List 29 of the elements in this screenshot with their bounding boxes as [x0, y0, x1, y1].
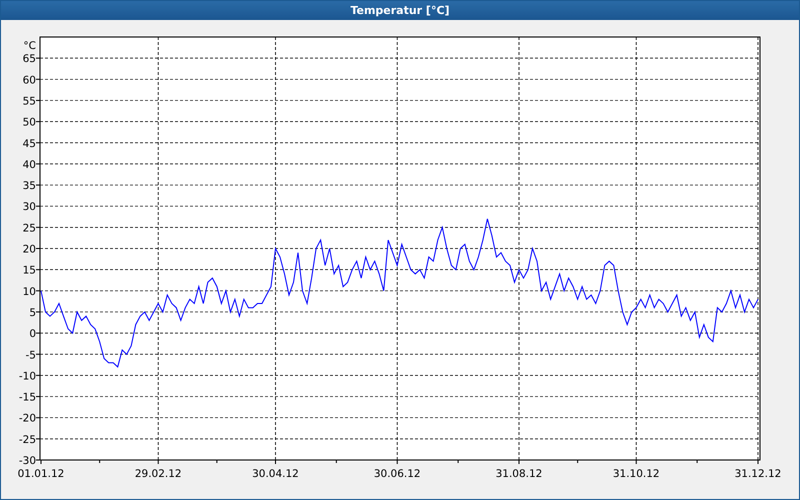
axis-tick-label: -15: [18, 392, 36, 404]
axis-tick-label: 15: [22, 264, 36, 277]
axis-tick-label: -20: [18, 412, 36, 425]
axis-tick-label: 35: [22, 180, 36, 192]
axis-tick-label: 30: [22, 201, 36, 214]
axis-tick-label: -5: [26, 349, 36, 362]
axis-tick-label: -25: [18, 434, 36, 446]
axis-tick-label: 45: [22, 138, 36, 150]
axis-tick-label: 55: [22, 95, 36, 108]
axis-tick-label: 30.04.12: [252, 468, 299, 480]
axis-tick-label: 29.02.12: [134, 468, 182, 480]
axis-tick-label: 30.06.12: [374, 468, 421, 480]
axis-tick-label: 31.10.12: [612, 468, 660, 480]
axis-tick-label: 60: [22, 74, 36, 86]
axis-tick-label: 40: [22, 158, 36, 171]
axis-tick-label: 25: [22, 222, 36, 234]
axis-tick-label: 65: [22, 53, 36, 66]
axis-tick-label: 31.12.12: [734, 468, 782, 480]
axis-tick-label: 5: [29, 306, 36, 319]
window-title: Temperatur [°C]: [1, 1, 799, 20]
axis-tick-label: -10: [18, 370, 36, 382]
axis-tick-label: 31.08.12: [496, 468, 542, 480]
axis-tick-label: 10: [22, 286, 36, 298]
axis-tick-label: -30: [18, 455, 36, 467]
axis-tick-label: 20: [22, 244, 36, 256]
axis-unit-label: °C: [23, 40, 36, 52]
axis-tick-label: 01.01.12: [18, 468, 64, 480]
axis-tick-label: 50: [22, 116, 36, 129]
axis-tick-label: 0: [29, 328, 36, 340]
